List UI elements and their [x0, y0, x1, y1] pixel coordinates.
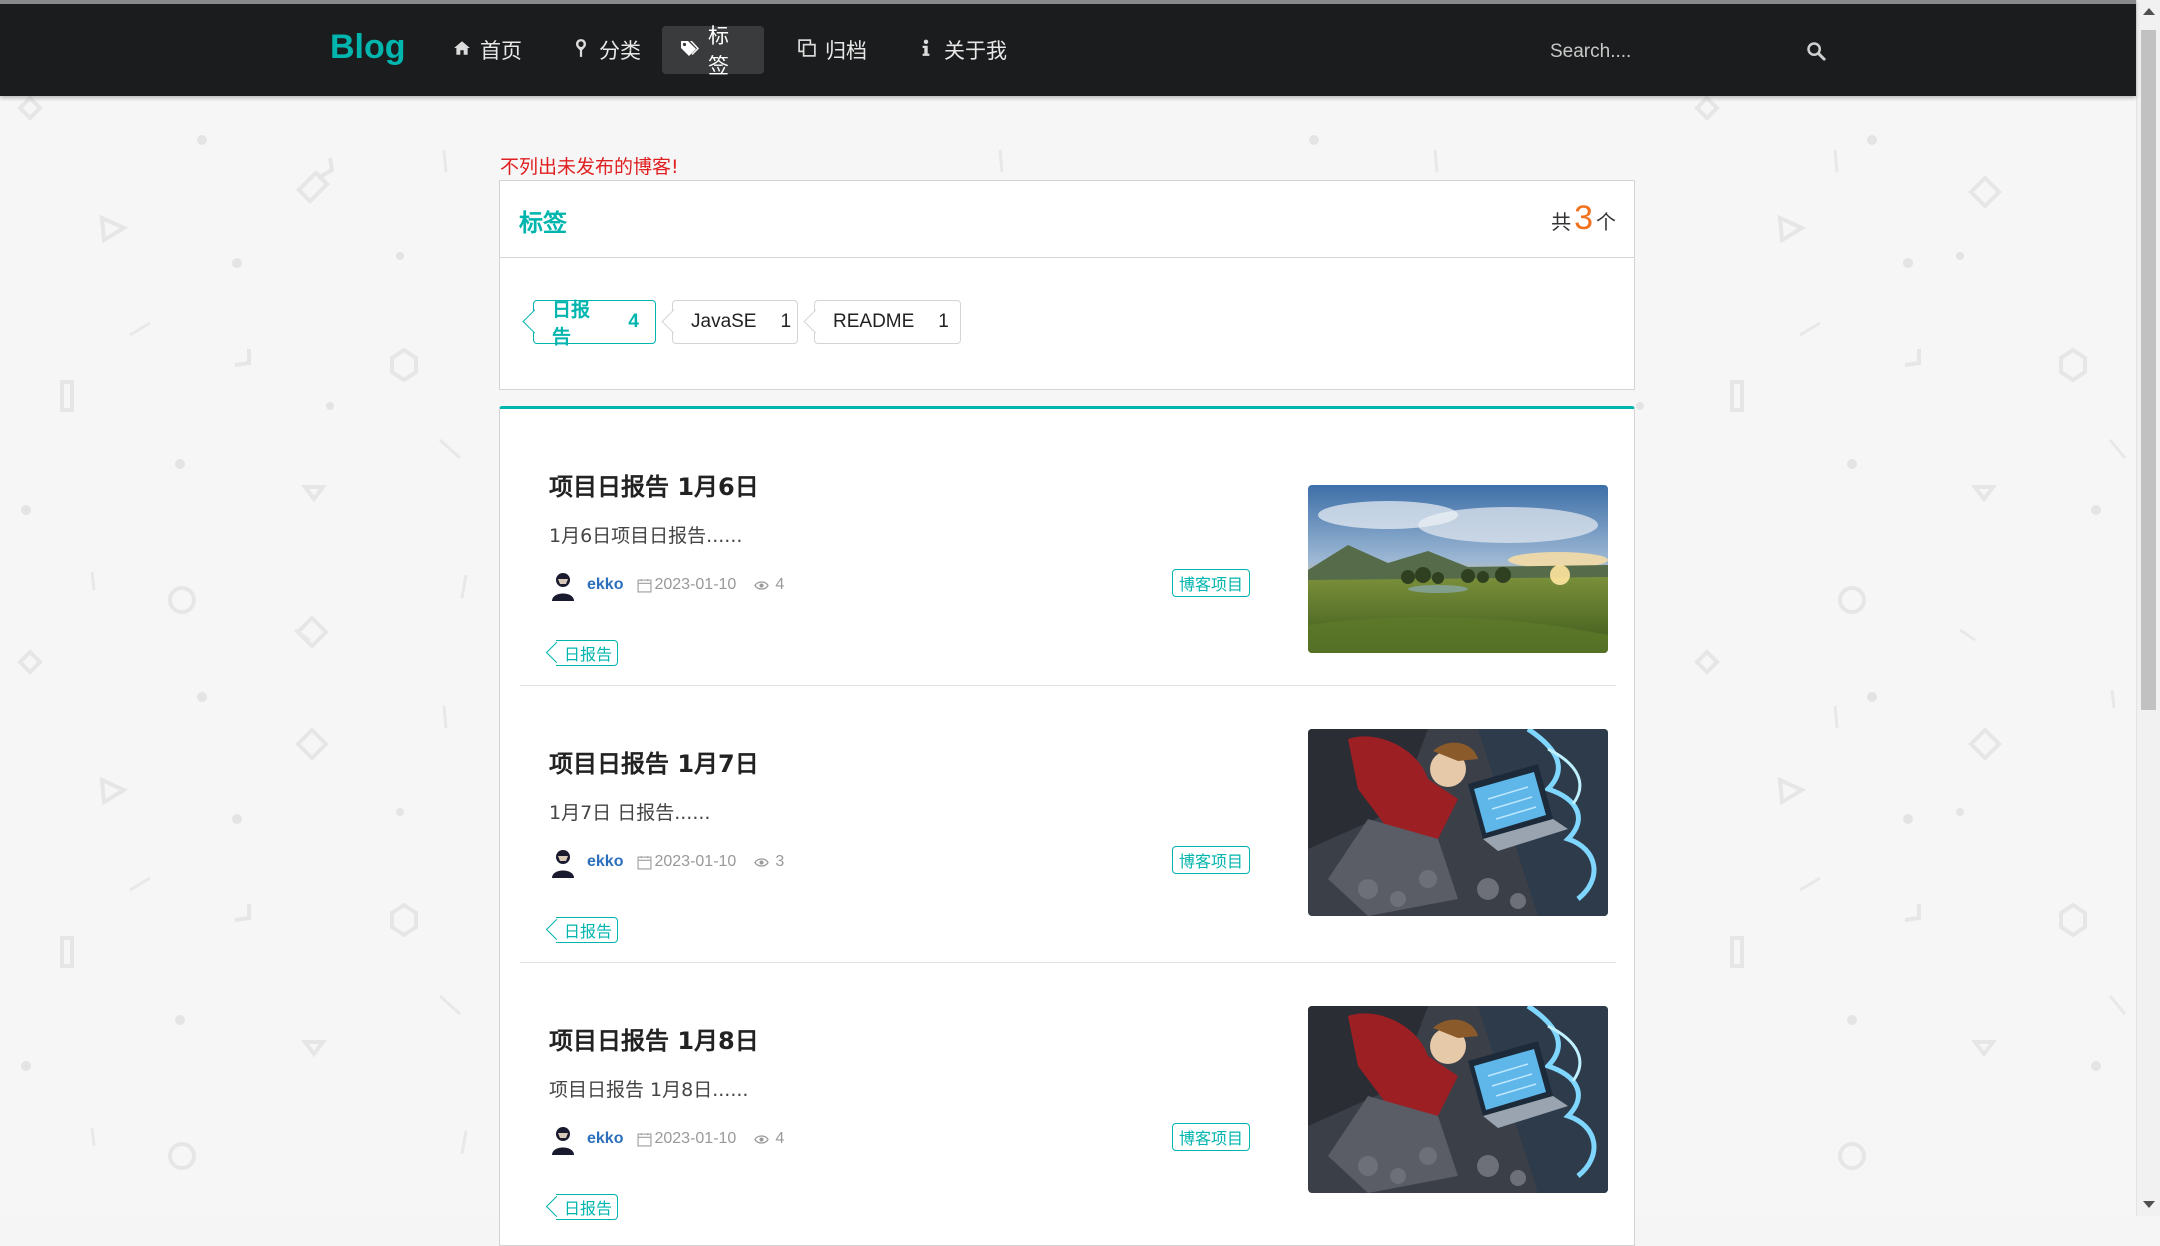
eye-icon — [754, 857, 770, 867]
post-author[interactable]: ekko — [587, 853, 623, 871]
search-icon[interactable] — [1806, 41, 1828, 63]
nav-label-home: 首页 — [480, 39, 522, 63]
calendar-icon — [637, 855, 653, 870]
post-list: 项目日报告 1月6日 1月6日项目日报告...... ekko 2023-01-… — [499, 406, 1635, 1246]
tag-post-count: 1 — [780, 311, 792, 332]
post-item: 项目日报告 1月8日 项目日报告 1月8日...... ekko 2023-01… — [520, 963, 1616, 1240]
post-tag[interactable]: 日报告 — [556, 917, 619, 943]
clone-icon — [797, 38, 817, 62]
tag-count-suffix: 个 — [1596, 210, 1616, 234]
page-title: 标签 — [519, 209, 567, 237]
post-meta: ekko 2023-01-10 3 — [549, 846, 784, 878]
tag-post-count: 1 — [938, 311, 949, 332]
avatar — [552, 573, 574, 601]
tag-name: README — [833, 311, 915, 332]
category-badge[interactable]: 博客项目 — [1172, 1123, 1251, 1151]
nav-label-tags: 标签 — [708, 24, 729, 78]
tag-name: JavaSE — [691, 311, 757, 332]
avatar — [552, 850, 574, 878]
tag-count-prefix: 共 — [1551, 210, 1572, 234]
post-author[interactable]: ekko — [587, 576, 623, 594]
info-icon — [916, 39, 936, 62]
tag-count: 共 3 个 — [1551, 199, 1616, 238]
avatar — [552, 1127, 574, 1155]
top-navbar: Blog 首页 分类 标签 归档 关于我 — [0, 0, 2136, 96]
post-views: 4 — [775, 1130, 785, 1147]
scroll-thumb[interactable] — [2141, 30, 2156, 710]
anime-laptop-image — [1308, 1006, 1608, 1193]
tag-item-daily-report[interactable]: 日报告 4 — [533, 300, 656, 348]
post-excerpt: 1月7日 日报告...... — [549, 802, 711, 824]
anime-laptop-image — [1308, 729, 1608, 916]
post-tag[interactable]: 日报告 — [556, 640, 619, 666]
tag-list: 日报告 4 JavaSE 1 README 1 — [499, 257, 1635, 390]
search-box — [1548, 30, 1828, 74]
tag-post-count: 4 — [628, 311, 639, 332]
search-input[interactable] — [1548, 40, 1806, 64]
post-meta: ekko 2023-01-10 4 — [549, 569, 784, 601]
eye-icon — [754, 1134, 770, 1144]
page-scrollbar[interactable] — [2136, 0, 2160, 1216]
nav-item-about[interactable]: 关于我 — [898, 26, 1025, 74]
post-tag-label: 日报告 — [564, 922, 613, 941]
post-thumbnail[interactable] — [1308, 485, 1608, 653]
category-badge[interactable]: 博客项目 — [1172, 569, 1251, 597]
nav-item-archive[interactable]: 归档 — [779, 26, 885, 74]
post-views: 4 — [775, 576, 785, 593]
home-icon — [452, 39, 472, 62]
scroll-down-arrow[interactable] — [2143, 1201, 2155, 1208]
post-title[interactable]: 项目日报告 1月6日 — [549, 467, 759, 502]
post-meta: ekko 2023-01-10 4 — [549, 1123, 784, 1155]
post-title[interactable]: 项目日报告 1月7日 — [549, 744, 759, 779]
nav-label-archive: 归档 — [825, 39, 867, 63]
post-author[interactable]: ekko — [587, 1130, 623, 1148]
nav-label-about: 关于我 — [944, 39, 1007, 63]
nav-item-categories[interactable]: 分类 — [553, 26, 659, 74]
post-item: 项目日报告 1月6日 1月6日项目日报告...... ekko 2023-01-… — [520, 409, 1616, 686]
eye-icon — [754, 580, 770, 590]
post-date: 2023-01-10 — [654, 853, 737, 870]
post-title[interactable]: 项目日报告 1月8日 — [549, 1021, 759, 1056]
calendar-icon — [637, 1132, 653, 1147]
post-item: 项目日报告 1月7日 1月7日 日报告...... ekko 2023-01-1… — [520, 686, 1616, 963]
post-thumbnail[interactable] — [1308, 729, 1608, 916]
landscape-image — [1308, 485, 1608, 653]
nav-item-tags[interactable]: 标签 — [662, 24, 764, 78]
scroll-up-arrow[interactable] — [2143, 8, 2155, 15]
tag-name: 日报告 — [552, 300, 591, 348]
post-excerpt: 项目日报告 1月8日...... — [549, 1079, 749, 1101]
tag-item-javase[interactable]: JavaSE 1 — [672, 300, 798, 344]
post-excerpt: 1月6日项目日报告...... — [549, 525, 743, 547]
unpublished-notice: 不列出未发布的博客! — [500, 156, 679, 178]
post-date: 2023-01-10 — [654, 576, 737, 593]
post-tag-label: 日报告 — [564, 1199, 613, 1218]
post-tag-label: 日报告 — [564, 645, 613, 664]
post-date: 2023-01-10 — [654, 1130, 737, 1147]
calendar-icon — [637, 578, 653, 593]
post-views: 3 — [775, 853, 785, 870]
post-tag[interactable]: 日报告 — [556, 1194, 619, 1220]
nav-item-home[interactable]: 首页 — [434, 26, 540, 74]
tag-item-readme[interactable]: README 1 — [814, 300, 961, 344]
brand-logo[interactable]: Blog — [330, 28, 406, 67]
category-badge[interactable]: 博客项目 — [1172, 846, 1251, 874]
tag-count-number: 3 — [1574, 199, 1593, 237]
post-thumbnail[interactable] — [1308, 1006, 1608, 1193]
map-pin-icon — [571, 38, 591, 63]
tags-icon — [680, 39, 700, 62]
tag-header: 标签 共 3 个 — [499, 180, 1635, 258]
nav-label-categories: 分类 — [599, 39, 641, 63]
